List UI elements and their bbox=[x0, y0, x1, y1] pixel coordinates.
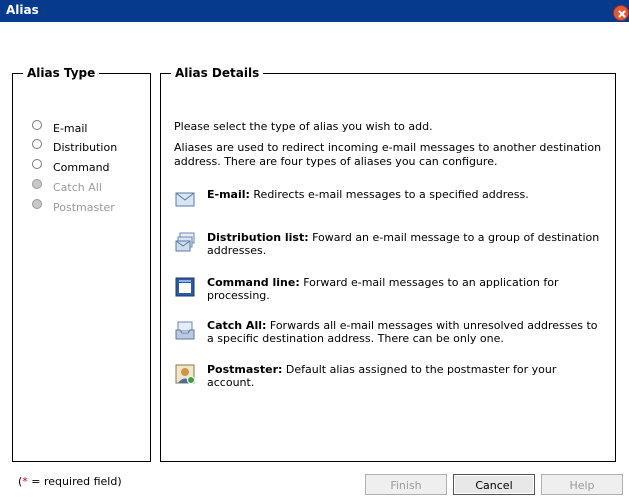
postmaster-radio-label: Postmaster bbox=[53, 201, 115, 214]
required-note-text: = required field) bbox=[27, 475, 122, 488]
cancel-button[interactable]: Cancel bbox=[453, 474, 535, 495]
envelope-icon bbox=[175, 192, 195, 207]
title-bar: Alias bbox=[0, 0, 629, 22]
command-window-icon bbox=[175, 277, 195, 297]
catch-all-radio-label: Catch All bbox=[53, 181, 102, 194]
distribution-radio-label[interactable]: Distribution bbox=[53, 141, 117, 154]
detail-item-email-text: E-mail: Redirects e-mail messages to a s… bbox=[207, 188, 607, 201]
stacked-envelopes-icon bbox=[175, 232, 195, 252]
postmaster-user-icon bbox=[175, 364, 195, 384]
dialog-title: Alias bbox=[6, 3, 39, 17]
detail-item-catch-all-desc: Forwards all e-mail messages with unreso… bbox=[207, 319, 598, 345]
detail-item-email-desc: Redirects e-mail messages to a specified… bbox=[249, 188, 529, 201]
close-button[interactable] bbox=[613, 5, 629, 21]
catch-all-radio bbox=[32, 179, 42, 189]
detail-item-distribution-title: Distribution list: bbox=[207, 231, 309, 244]
close-icon bbox=[618, 10, 626, 18]
detail-item-catch-all-title: Catch All: bbox=[207, 319, 267, 332]
alias-type-group: Alias Type E-mail Distribution Command C… bbox=[12, 66, 151, 462]
details-intro-text: Please select the type of alias you wish… bbox=[174, 120, 433, 133]
detail-item-command-title: Command line: bbox=[207, 276, 300, 289]
email-radio[interactable] bbox=[32, 120, 42, 130]
details-description-text: Aliases are used to redirect incoming e-… bbox=[174, 141, 602, 168]
alias-dialog: Alias Alias Type E-mail Distribution Com… bbox=[0, 0, 629, 499]
command-radio-label[interactable]: Command bbox=[53, 161, 110, 174]
distribution-radio[interactable] bbox=[32, 139, 42, 149]
detail-item-distribution-text: Distribution list: Foward an e-mail mess… bbox=[207, 231, 607, 257]
detail-item-postmaster-text: Postmaster: Default alias assigned to th… bbox=[207, 363, 607, 389]
command-radio[interactable] bbox=[32, 159, 42, 169]
alias-details-group: Alias Details Please select the type of … bbox=[160, 66, 616, 462]
detail-item-email-title: E-mail: bbox=[207, 188, 250, 201]
email-radio-label[interactable]: E-mail bbox=[53, 122, 88, 135]
catch-all-tray-icon bbox=[175, 321, 195, 340]
help-button[interactable]: Help bbox=[541, 474, 623, 495]
alias-details-legend: Alias Details bbox=[175, 66, 260, 80]
alias-type-legend: Alias Type bbox=[27, 66, 96, 80]
finish-button: Finish bbox=[365, 474, 447, 495]
required-field-note: (* = required field) bbox=[18, 475, 122, 488]
detail-item-command-text: Command line: Forward e-mail messages to… bbox=[207, 276, 607, 302]
detail-item-catch-all-text: Catch All: Forwards all e-mail messages … bbox=[207, 319, 607, 345]
postmaster-radio bbox=[32, 199, 42, 209]
detail-item-postmaster-title: Postmaster: bbox=[207, 363, 283, 376]
